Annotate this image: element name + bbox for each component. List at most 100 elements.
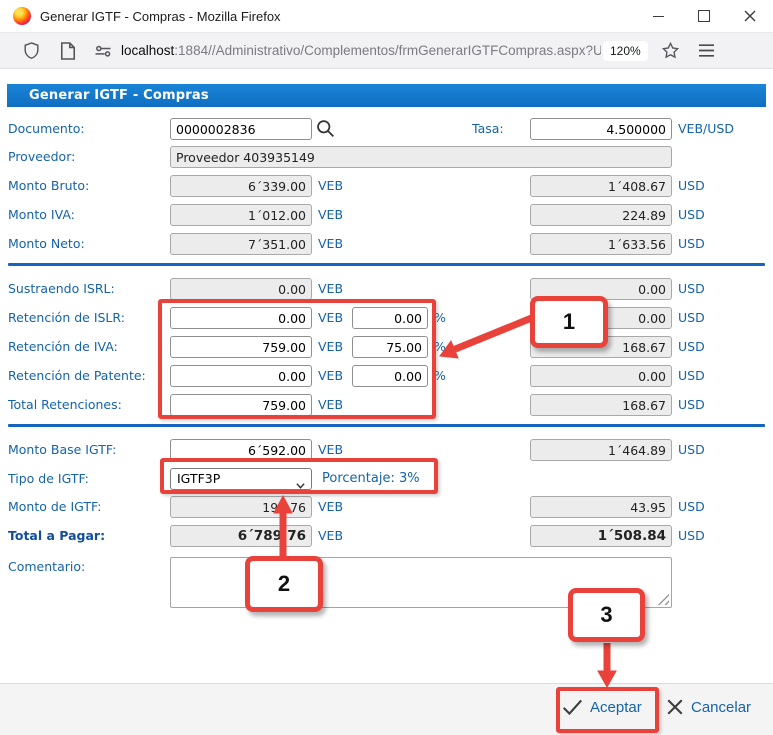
monto-bruto-row: Monto Bruto: VEB USD xyxy=(0,175,773,197)
sustraendo-isrl-row: Sustraendo ISRL: VEB USD xyxy=(0,278,773,300)
percent-unit-label: % xyxy=(434,307,446,329)
browser-toolbar: localhost:1884//Administrativo/Complemen… xyxy=(0,33,773,69)
close-icon xyxy=(744,10,756,22)
x-icon xyxy=(666,698,684,716)
veb-unit-label: VEB xyxy=(318,175,343,197)
monto-neto-row: Monto Neto: VEB USD xyxy=(0,233,773,255)
search-lookup-button[interactable] xyxy=(315,118,336,139)
url-bar[interactable]: localhost:1884//Administrativo/Complemen… xyxy=(121,43,601,58)
form-footer: Aceptar Cancelar xyxy=(0,683,773,735)
monto-base-igtf-usd-input xyxy=(530,439,672,461)
section-divider xyxy=(8,263,765,266)
monto-bruto-veb-input xyxy=(170,175,312,197)
retencion-patente-pct-input[interactable] xyxy=(352,365,428,387)
annotation-badge-1: 1 xyxy=(530,296,608,348)
documento-label: Documento: xyxy=(8,118,85,140)
maximize-icon xyxy=(698,10,710,22)
veb-unit-label: VEB xyxy=(318,525,343,547)
total-pagar-veb-input xyxy=(170,525,312,547)
usd-unit-label: USD xyxy=(678,233,705,255)
permissions-button[interactable] xyxy=(93,41,113,61)
section-divider xyxy=(8,424,765,427)
tasa-input[interactable] xyxy=(530,118,672,140)
aceptar-button[interactable]: Aceptar xyxy=(562,698,642,716)
checkmark-icon xyxy=(562,698,583,716)
percent-unit-label: % xyxy=(434,365,446,387)
veb-unit-label: VEB xyxy=(318,439,343,461)
retencion-islr-pct-input[interactable] xyxy=(352,307,428,329)
minimize-icon xyxy=(653,16,664,17)
page-info-button[interactable] xyxy=(60,41,76,61)
veb-unit-label: VEB xyxy=(318,496,343,518)
monto-base-igtf-veb-input[interactable] xyxy=(170,439,312,461)
documento-input[interactable] xyxy=(170,118,312,140)
retencion-iva-row: Retención de IVA: VEB % USD xyxy=(0,336,773,358)
bookmark-button[interactable] xyxy=(661,41,680,60)
proveedor-input xyxy=(170,146,672,168)
search-icon xyxy=(315,118,336,139)
veb-unit-label: VEB xyxy=(318,307,343,329)
url-path: :1884//Administrativo/Complementos/frmGe… xyxy=(174,43,601,58)
total-pagar-usd-input xyxy=(530,525,672,547)
monto-igtf-row: Monto de IGTF: VEB USD xyxy=(0,496,773,518)
cancelar-button[interactable]: Cancelar xyxy=(666,698,751,716)
veb-unit-label: VEB xyxy=(318,336,343,358)
tipo-igtf-row: Tipo de IGTF: IGTF3P Porcentaje: 3% xyxy=(0,468,773,490)
usd-unit-label: USD xyxy=(678,175,705,197)
monto-bruto-usd-input xyxy=(530,175,672,197)
monto-neto-usd-input xyxy=(530,233,672,255)
monto-igtf-veb-input xyxy=(170,496,312,518)
monto-base-igtf-label: Monto Base IGTF: xyxy=(8,439,116,461)
monto-iva-label: Monto IVA: xyxy=(8,204,75,226)
total-retenciones-label: Total Retenciones: xyxy=(8,394,122,416)
form-title-bar: Generar IGTF - Compras xyxy=(7,84,766,107)
usd-unit-label: USD xyxy=(678,394,705,416)
retencion-islr-label: Retención de ISLR: xyxy=(8,307,125,329)
percent-unit-label: % xyxy=(434,336,446,358)
monto-neto-veb-input xyxy=(170,233,312,255)
total-pagar-row: Total a Pagar: VEB USD xyxy=(0,525,773,547)
chevron-down-icon xyxy=(296,476,305,485)
veb-unit-label: VEB xyxy=(318,365,343,387)
total-retenciones-row: Total Retenciones: VEB USD xyxy=(0,394,773,416)
retencion-iva-pct-input[interactable] xyxy=(352,336,428,358)
maximize-button[interactable] xyxy=(681,0,727,32)
usd-unit-label: USD xyxy=(678,439,705,461)
retencion-islr-row: Retención de ISLR: VEB % USD xyxy=(0,307,773,329)
shield-button[interactable] xyxy=(22,40,41,61)
firefox-window: Generar IGTF - Compras - Mozilla Firefox… xyxy=(0,0,773,735)
monto-bruto-label: Monto Bruto: xyxy=(8,175,89,197)
url-host: localhost xyxy=(121,43,174,58)
minimize-button[interactable] xyxy=(635,0,681,32)
window-title: Generar IGTF - Compras - Mozilla Firefox xyxy=(40,9,281,24)
usd-unit-label: USD xyxy=(678,336,705,358)
window-controls xyxy=(635,0,773,32)
close-button[interactable] xyxy=(727,0,773,32)
retencion-islr-veb-input[interactable] xyxy=(170,307,312,329)
menu-button[interactable] xyxy=(698,43,715,58)
veb-unit-label: VEB xyxy=(318,278,343,300)
retencion-patente-usd-input xyxy=(530,365,672,387)
usd-unit-label: USD xyxy=(678,365,705,387)
documento-row: Documento: Tasa: VEB/USD xyxy=(0,118,773,140)
aceptar-button-label: Aceptar xyxy=(590,699,642,716)
zoom-level-badge[interactable]: 120% xyxy=(603,41,648,61)
usd-unit-label: USD xyxy=(678,496,705,518)
monto-iva-row: Monto IVA: VEB USD xyxy=(0,204,773,226)
monto-base-igtf-row: Monto Base IGTF: VEB USD xyxy=(0,439,773,461)
tasa-unit-label: VEB/USD xyxy=(678,118,734,140)
tasa-label: Tasa: xyxy=(472,118,504,140)
total-retenciones-veb-input[interactable] xyxy=(170,394,312,416)
tipo-igtf-select[interactable]: IGTF3P xyxy=(170,468,312,490)
total-retenciones-usd-input xyxy=(530,394,672,416)
shield-icon xyxy=(22,40,41,61)
page-icon xyxy=(60,41,76,61)
proveedor-row: Proveedor: xyxy=(0,146,773,168)
retencion-iva-veb-input[interactable] xyxy=(170,336,312,358)
window-titlebar: Generar IGTF - Compras - Mozilla Firefox xyxy=(0,0,773,33)
monto-iva-usd-input xyxy=(530,204,672,226)
retencion-iva-label: Retención de IVA: xyxy=(8,336,118,358)
veb-unit-label: VEB xyxy=(318,233,343,255)
retencion-patente-veb-input[interactable] xyxy=(170,365,312,387)
hamburger-icon xyxy=(698,43,715,58)
